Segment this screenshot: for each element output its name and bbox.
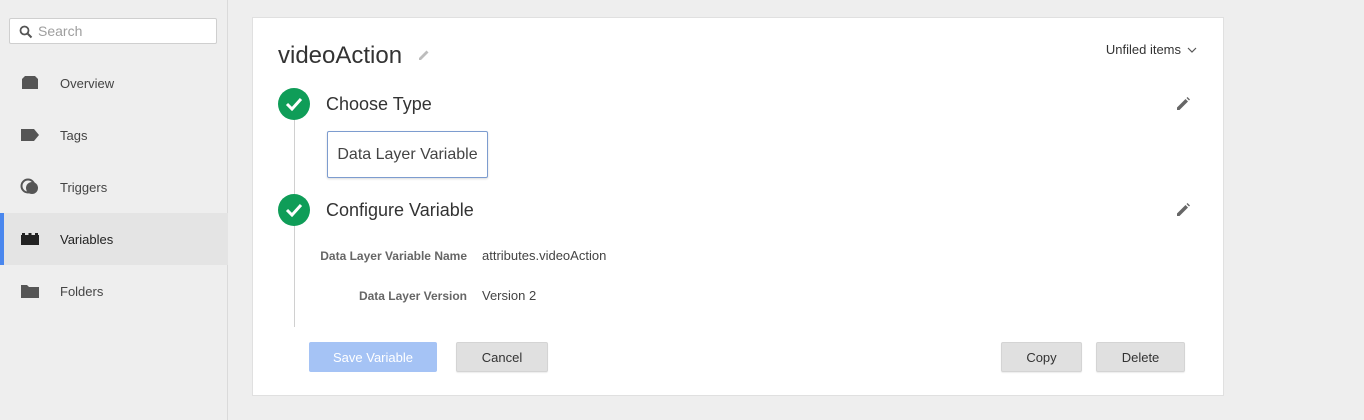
edit-title-icon[interactable]	[417, 48, 431, 62]
dlv-name-value: attributes.videoAction	[482, 248, 607, 263]
search-input[interactable]	[38, 22, 208, 40]
save-variable-button[interactable]: Save Variable	[309, 342, 437, 372]
copy-button[interactable]: Copy	[1001, 342, 1082, 372]
sidebar-item-label: Tags	[60, 127, 88, 143]
folder-icon	[20, 281, 40, 301]
sidebar-item-label: Variables	[60, 231, 114, 247]
sidebar-item-label: Triggers	[60, 179, 108, 195]
variables-icon	[20, 229, 40, 249]
step-choose-type-title: Choose Type	[326, 94, 432, 114]
sidebar-item-folders[interactable]: Folders	[0, 265, 228, 317]
folder-dropdown-label: Unfiled items	[1105, 42, 1181, 57]
variable-type-card[interactable]: Data Layer Variable	[327, 131, 488, 178]
dlv-version-value: Version 2	[482, 288, 537, 303]
cancel-button[interactable]: Cancel	[456, 342, 548, 372]
dlv-name-label: Data Layer Variable Name	[320, 249, 467, 263]
sidebar-item-triggers[interactable]: Triggers	[0, 161, 228, 213]
search-box[interactable]	[9, 18, 217, 44]
variable-editor-card: videoAction Unfiled items Choose Type Da…	[252, 17, 1224, 396]
step-complete-icon	[278, 194, 310, 226]
chevron-down-icon	[1187, 47, 1197, 53]
search-icon	[19, 25, 33, 39]
sidebar: Overview Tags Triggers Variables Folders	[0, 0, 228, 420]
step-complete-icon	[278, 88, 310, 120]
sidebar-item-label: Overview	[60, 75, 115, 91]
sidebar-item-label: Folders	[60, 283, 104, 299]
edit-choose-type-icon[interactable]	[1175, 96, 1191, 112]
sidebar-item-tags[interactable]: Tags	[0, 109, 228, 161]
sidebar-item-variables[interactable]: Variables	[0, 213, 228, 265]
step-configure-title: Configure Variable	[326, 200, 474, 220]
tag-icon	[20, 125, 40, 145]
delete-button[interactable]: Delete	[1096, 342, 1185, 372]
sidebar-item-overview[interactable]: Overview	[0, 57, 228, 109]
overview-icon	[20, 73, 40, 93]
page-title: videoAction	[278, 42, 403, 69]
dlv-version-label: Data Layer Version	[358, 289, 467, 303]
edit-configure-icon[interactable]	[1175, 202, 1191, 218]
folder-dropdown[interactable]: Unfiled items	[1106, 42, 1197, 57]
trigger-icon	[20, 177, 40, 197]
